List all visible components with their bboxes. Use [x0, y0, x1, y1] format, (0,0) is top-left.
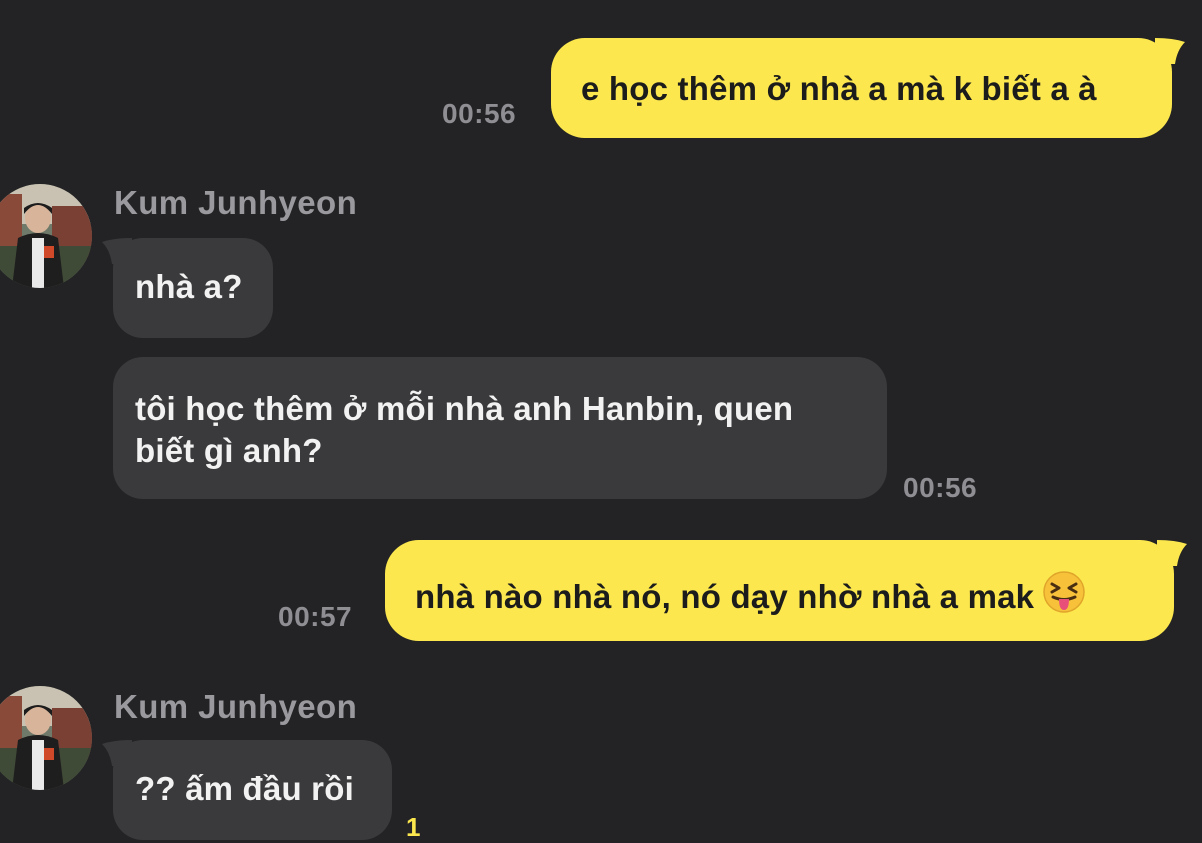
received-message-bubble[interactable]: tôi học thêm ở mỗi nhà anh Hanbin, quen … [113, 357, 887, 499]
received-message-bubble[interactable]: nhà a? [113, 238, 273, 338]
sent-message-bubble[interactable]: nhà nào nhà nó, nó dạy nhờ nhà a mak [385, 540, 1174, 641]
message-text-line: tôi học thêm ở mỗi nhà anh Hanbin, quen [135, 390, 794, 427]
received-message-bubble[interactable]: ?? ấm đầu rồi [113, 740, 392, 840]
message-timestamp: 00:57 [278, 601, 353, 632]
avatar-photo [0, 184, 92, 288]
squinting-tongue-emoji-icon [1042, 570, 1086, 624]
sender-name: Kum Junhyeon [114, 184, 358, 221]
chat-thread: 00:56 e học thêm ở nhà a mà k biết a à K… [0, 0, 1202, 842]
message-text: e học thêm ở nhà a mà k biết a à [581, 70, 1097, 107]
avatar[interactable] [0, 184, 92, 288]
sender-name: Kum Junhyeon [114, 688, 358, 725]
avatar[interactable] [0, 686, 92, 790]
bubble-tail [1157, 540, 1187, 566]
message-text: ?? ấm đầu rồi [135, 770, 354, 807]
message-text-line: biết gì anh? [135, 432, 323, 469]
sent-message-bubble[interactable]: e học thêm ở nhà a mà k biết a à [551, 38, 1172, 138]
bubble-tail [1155, 38, 1185, 64]
message-text: nhà nào nhà nó, nó dạy nhờ nhà a mak [415, 578, 1035, 615]
message-text: nhà a? [135, 268, 243, 305]
avatar-photo [0, 686, 92, 790]
message-timestamp: 00:56 [903, 472, 978, 503]
message-timestamp: 00:56 [442, 98, 517, 129]
unread-count: 1 [406, 812, 421, 842]
